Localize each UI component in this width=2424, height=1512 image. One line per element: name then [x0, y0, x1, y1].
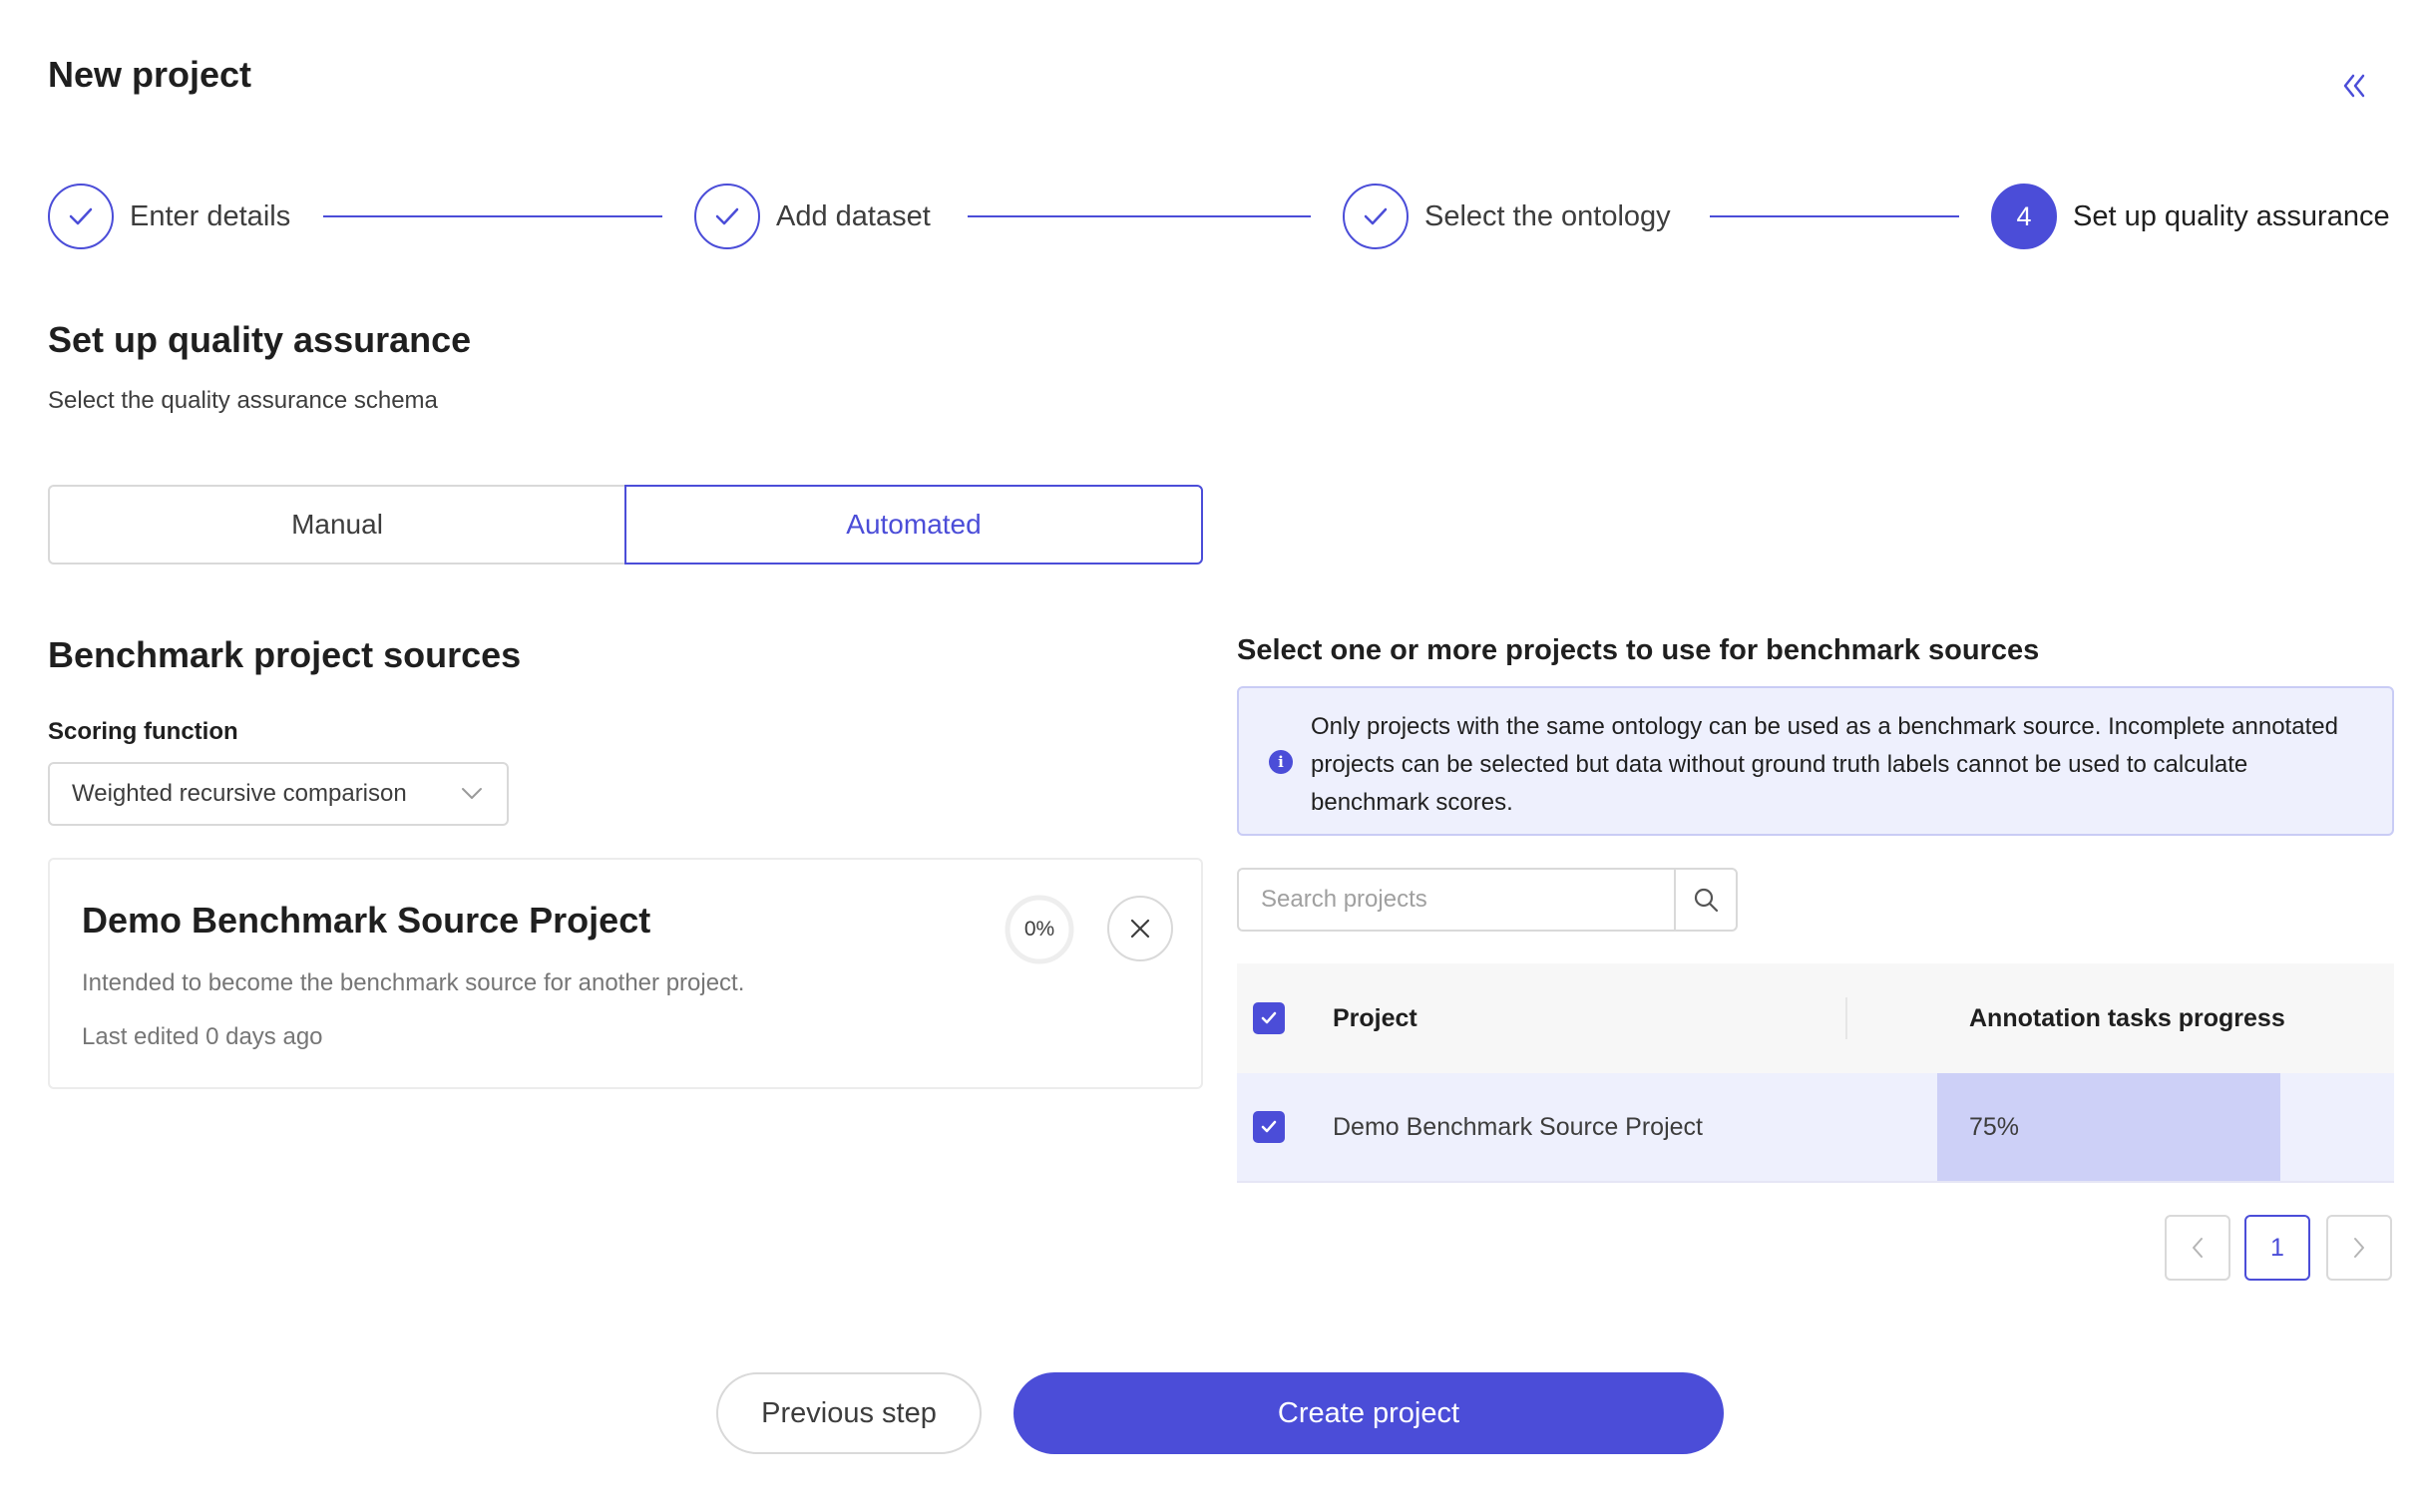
table-header: Project Annotation tasks progress — [1237, 963, 2394, 1073]
benchmark-title: Benchmark project sources — [48, 634, 522, 675]
benchmark-source-card: Demo Benchmark Source Project Intended t… — [48, 858, 1203, 1089]
step-label: Set up quality assurance — [2073, 199, 2390, 232]
check-icon — [1261, 1120, 1277, 1133]
search-input[interactable] — [1237, 868, 1674, 932]
info-alert: i Only projects with the same ontology c… — [1237, 686, 2394, 836]
row-progress-label: 75% — [1969, 1112, 2020, 1141]
projects-table: Project Annotation tasks progress Demo B… — [1237, 963, 2394, 1183]
project-search — [1237, 868, 1738, 932]
table-row[interactable]: Demo Benchmark Source Project 75% — [1237, 1073, 2394, 1183]
chevron-right-icon — [2354, 1238, 2364, 1258]
chevron-left-icon — [2193, 1238, 2203, 1258]
row-checkbox[interactable] — [1253, 1111, 1285, 1143]
chevron-down-icon — [461, 782, 485, 806]
next-page-button[interactable] — [2326, 1215, 2392, 1281]
step-add-dataset[interactable]: Add dataset — [694, 184, 931, 249]
mode-manual-button[interactable]: Manual — [48, 485, 624, 565]
check-icon — [1343, 184, 1409, 249]
close-icon — [1130, 919, 1150, 939]
check-icon — [694, 184, 760, 249]
progress-percent: 0% — [1023, 918, 1055, 941]
collapse-button[interactable] — [2330, 62, 2378, 110]
search-button[interactable] — [1674, 868, 1738, 932]
create-project-button[interactable]: Create project — [1013, 1372, 1724, 1454]
card-last-edited: Last edited 0 days ago — [82, 1023, 323, 1050]
mode-automated-button[interactable]: Automated — [624, 485, 1203, 565]
check-icon — [48, 184, 114, 249]
step-connector — [968, 215, 1311, 217]
page-title: New project — [48, 54, 252, 95]
step-enter-details[interactable]: Enter details — [48, 184, 290, 249]
step-label: Add dataset — [776, 199, 931, 232]
row-progress-cell: 75% — [1937, 1073, 2394, 1181]
remove-source-button[interactable] — [1107, 896, 1173, 961]
section-subtitle: Select the quality assurance schema — [48, 387, 438, 414]
row-project-name: Demo Benchmark Source Project — [1333, 1112, 1703, 1141]
section-title: Set up quality assurance — [48, 319, 472, 360]
sources-title: Select one or more projects to use for b… — [1237, 634, 2040, 666]
info-text: Only projects with the same ontology can… — [1311, 713, 2338, 816]
step-connector — [1710, 215, 1959, 217]
page-number-button[interactable]: 1 — [2244, 1215, 2310, 1281]
new-project-page: New project Enter details Add dataset Se… — [0, 0, 2424, 1512]
scoring-function-label: Scoring function — [48, 718, 238, 745]
scoring-function-select[interactable]: Weighted recursive comparison — [48, 762, 509, 826]
select-all-checkbox[interactable] — [1253, 1002, 1285, 1034]
card-title: Demo Benchmark Source Project — [82, 900, 651, 941]
column-divider — [1845, 997, 1847, 1039]
card-description: Intended to become the benchmark source … — [82, 969, 745, 996]
step-connector — [323, 215, 662, 217]
step-select-ontology[interactable]: Select the ontology — [1343, 184, 1671, 249]
column-progress: Annotation tasks progress — [1969, 1003, 2285, 1032]
step-label: Enter details — [130, 199, 291, 232]
step-label: Select the ontology — [1424, 199, 1671, 232]
search-icon — [1694, 888, 1719, 913]
previous-step-button[interactable]: Previous step — [716, 1372, 982, 1454]
qa-mode-toggle: Manual Automated — [48, 485, 1203, 565]
double-chevron-left-icon — [2343, 74, 2365, 98]
step-number: 4 — [1991, 184, 2057, 249]
info-icon: i — [1269, 750, 1293, 774]
step-quality-assurance[interactable]: 4 Set up quality assurance — [1991, 184, 2390, 249]
progress-ring: 0% — [1004, 894, 1075, 965]
previous-page-button[interactable] — [2165, 1215, 2230, 1281]
scoring-function-value: Weighted recursive comparison — [72, 780, 407, 807]
check-icon — [1261, 1011, 1277, 1024]
